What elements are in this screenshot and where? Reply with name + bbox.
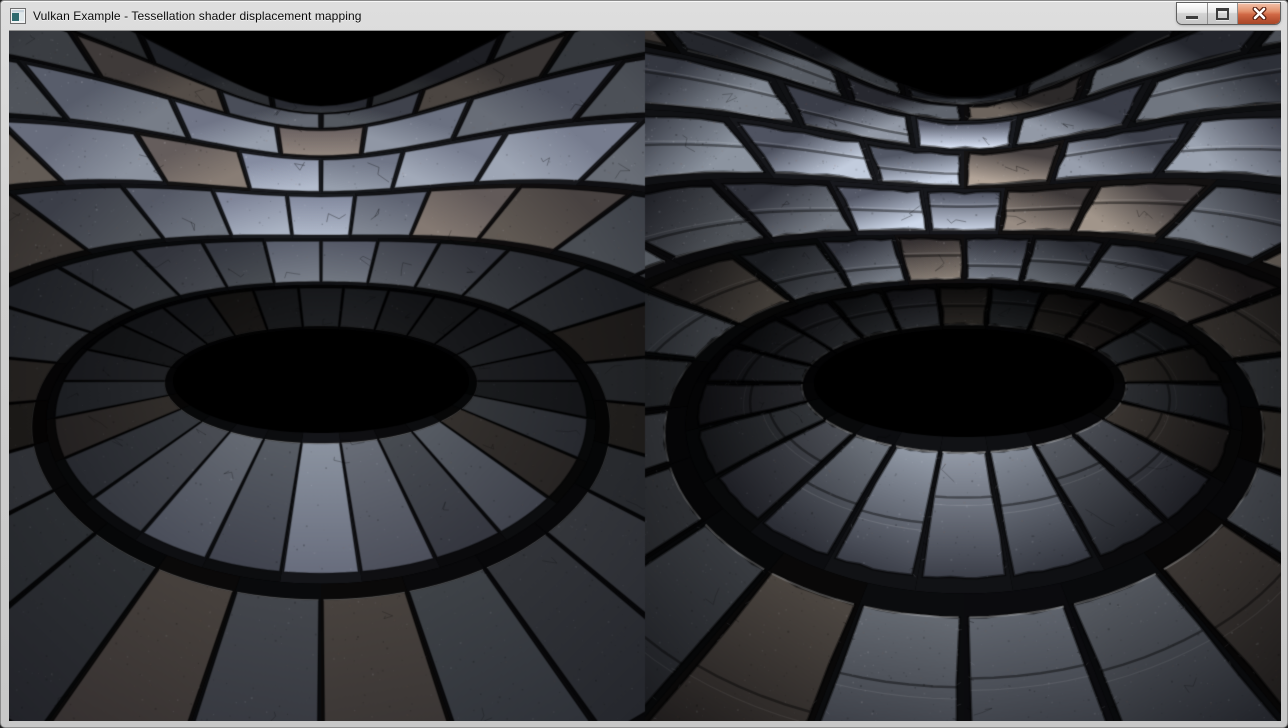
title-bar[interactable]: Vulkan Example - Tessellation shader dis… <box>1 1 1287 31</box>
maximize-icon <box>1216 8 1229 20</box>
window-controls <box>1177 3 1280 24</box>
render-area <box>9 31 1281 721</box>
window-title: Vulkan Example - Tessellation shader dis… <box>33 9 362 23</box>
application-icon <box>10 8 26 24</box>
maximize-button[interactable] <box>1208 3 1238 24</box>
minimize-icon <box>1186 16 1198 19</box>
app-window: Vulkan Example - Tessellation shader dis… <box>0 0 1288 728</box>
close-button[interactable] <box>1238 3 1280 24</box>
minimize-button[interactable] <box>1177 3 1208 24</box>
close-icon <box>1252 7 1267 20</box>
render-canvas[interactable] <box>9 31 1281 721</box>
